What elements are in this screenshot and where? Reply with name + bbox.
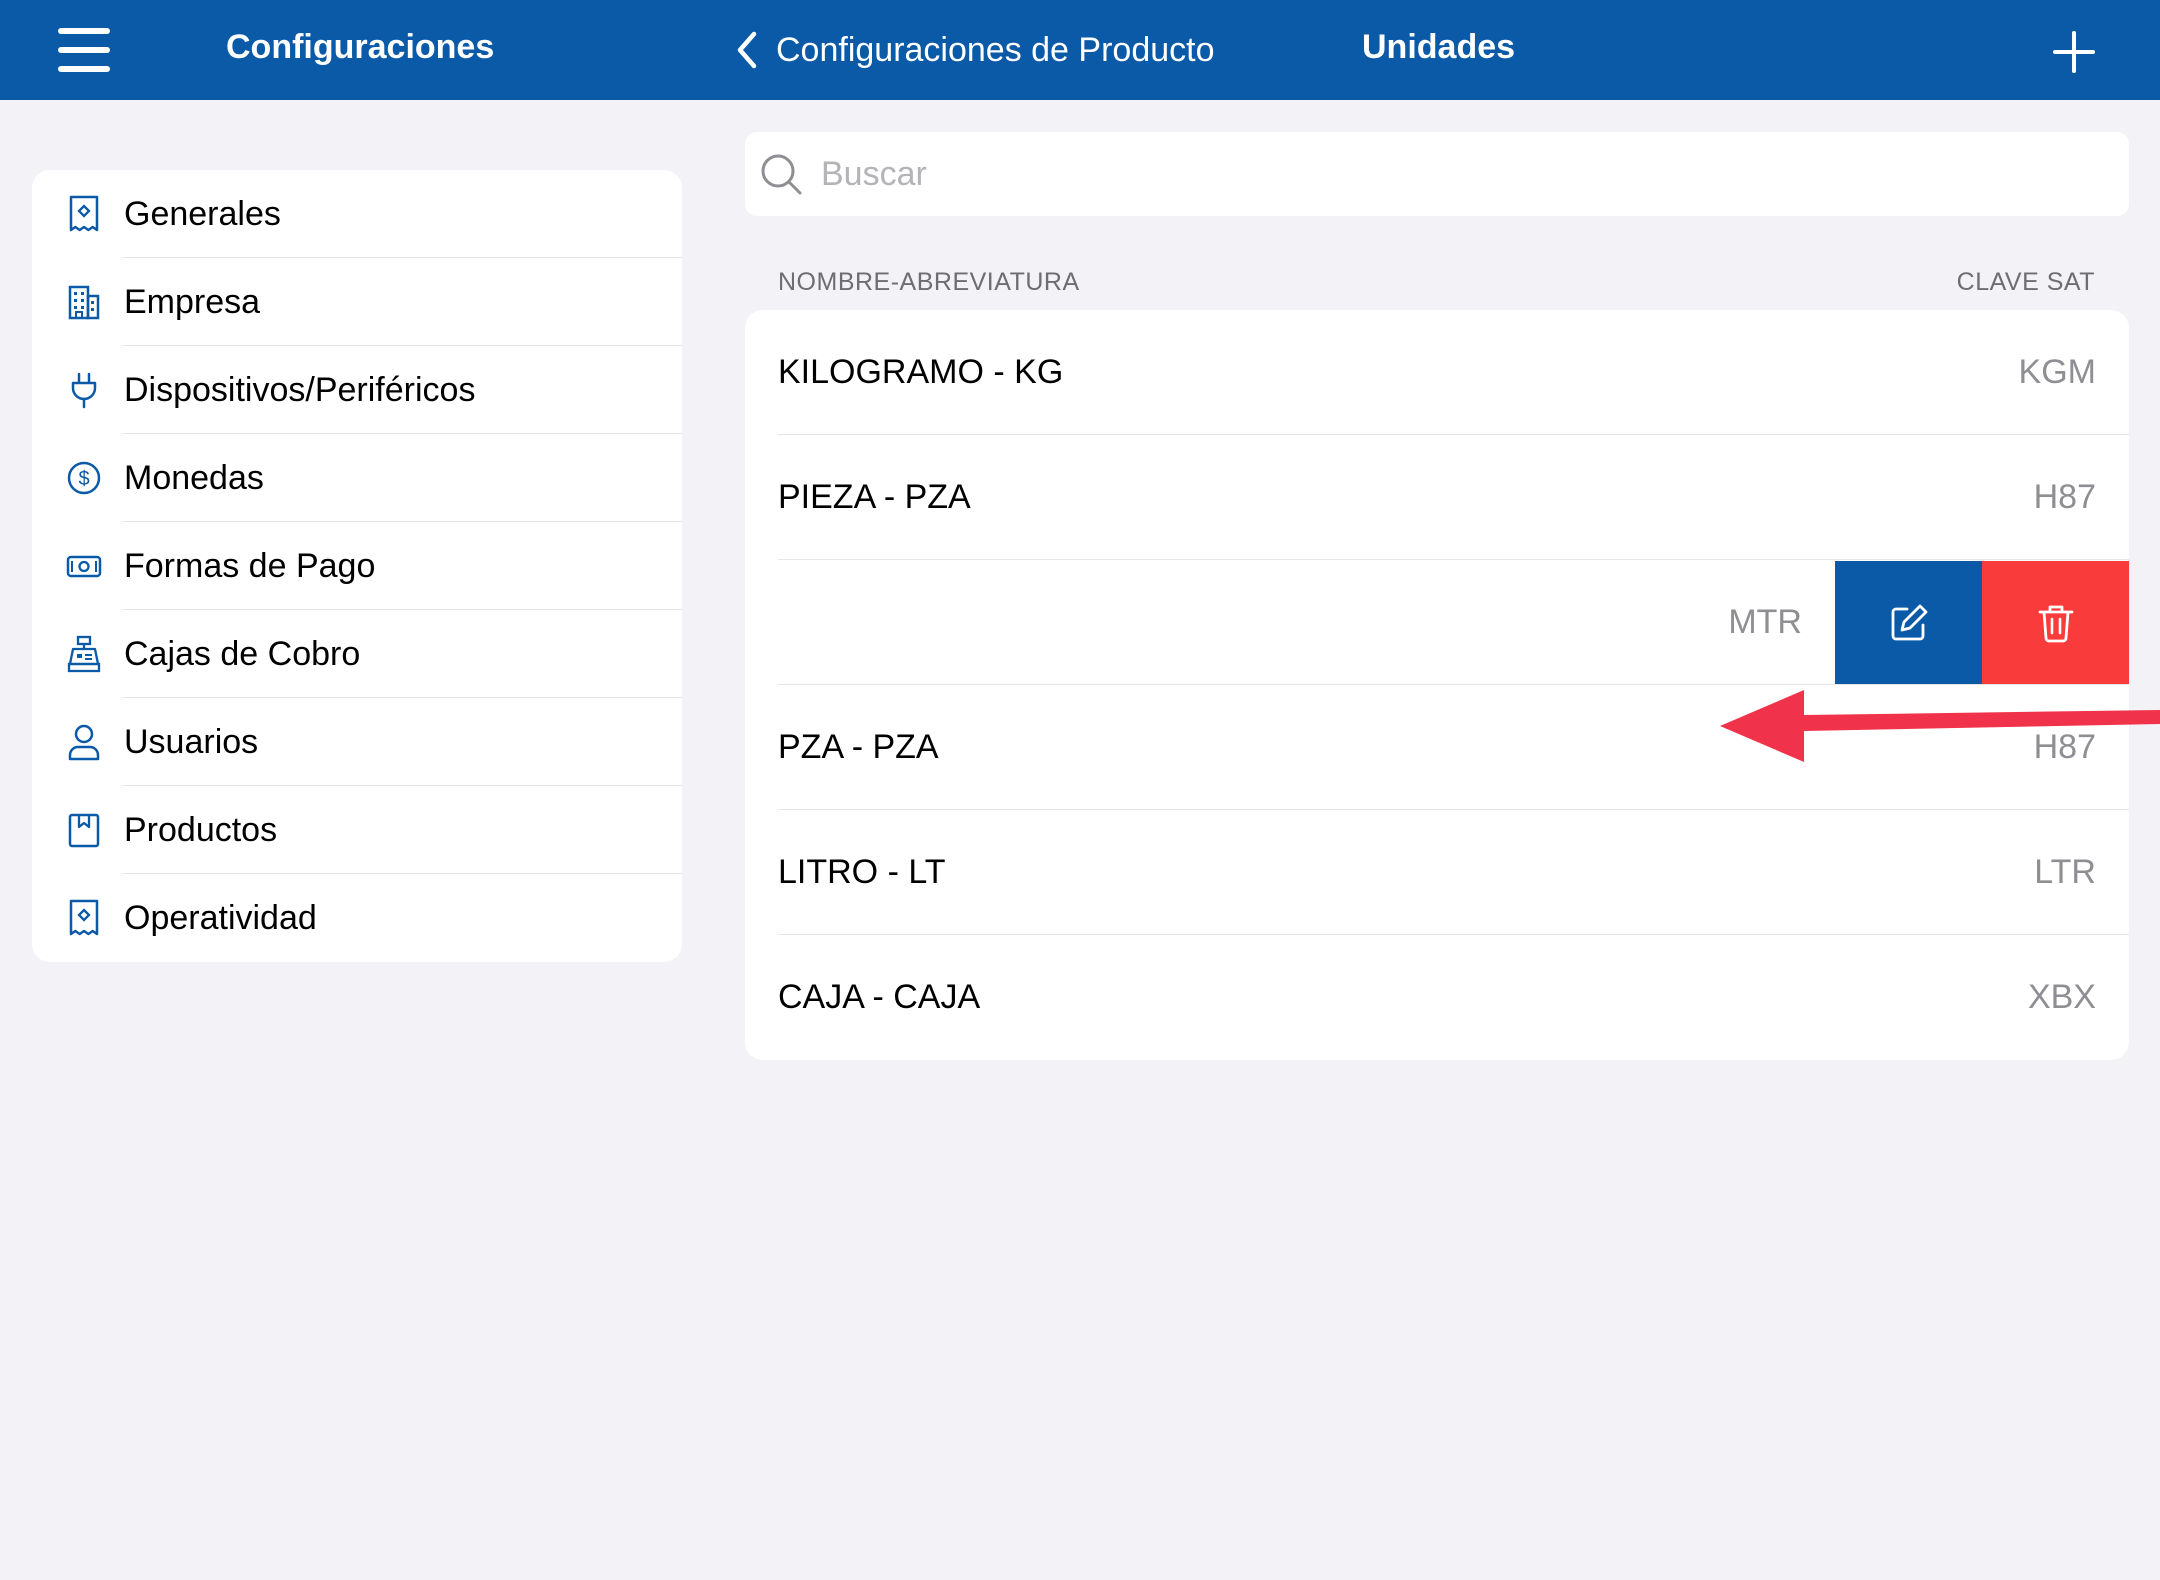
unit-sat-code: KGM [2018,353,2096,391]
unit-name: PZA - PZA [778,728,939,766]
unit-sat-code: LTR [2034,853,2096,891]
list-item[interactable]: PIEZA - PZA H87 [745,435,2129,560]
cash-register-icon [66,634,102,674]
list-item[interactable]: CAJA - CAJA XBX [745,935,2129,1060]
page-title: Unidades [1362,28,1516,66]
sidebar-item-label: Dispositivos/Periféricos [124,370,476,409]
sidebar-title: Configuraciones [226,28,495,66]
user-icon [66,722,102,762]
banknote-icon [66,546,102,586]
sidebar-item-dispositivos[interactable]: Dispositivos/Periféricos [32,346,682,434]
receipt-icon [66,194,102,234]
list-item[interactable]: KILOGRAMO - KG KGM [745,310,2129,435]
column-header-code: CLAVE SAT [1956,268,2095,296]
plus-icon [2053,31,2095,73]
back-button[interactable]: Configuraciones de Producto [732,26,1215,74]
trash-icon [2038,605,2073,642]
sidebar-item-label: Productos [124,810,278,849]
sidebar-item-label: Cajas de Cobro [124,634,361,673]
building-icon [66,282,102,322]
sidebar-item-label: Operatividad [124,898,317,937]
chevron-left-icon [737,31,757,69]
plug-icon [66,370,102,410]
sidebar-item-productos[interactable]: Productos [32,786,682,874]
search-icon [761,154,802,195]
list-item-swiped[interactable]: MTR [745,560,2129,685]
delete-button[interactable] [1982,560,2129,685]
bookmark-box-icon [66,810,102,850]
sidebar-item-empresa[interactable]: Empresa [32,258,682,346]
edit-button[interactable] [1835,560,1982,685]
sidebar-item-label: Formas de Pago [124,546,376,585]
unit-sat-code: H87 [2033,478,2096,516]
add-button[interactable] [2052,30,2096,74]
unit-name: PIEZA - PZA [778,478,971,516]
search-input[interactable] [821,154,2021,194]
back-button-label: Configuraciones de Producto [776,30,1215,69]
sidebar-item-label: Empresa [124,282,261,321]
list-item[interactable]: PZA - PZA H87 [745,685,2129,810]
dollar-circle-icon: $ [66,458,102,498]
edit-icon [1891,604,1927,640]
sidebar-item-monedas[interactable]: $ Monedas [32,434,682,522]
column-header-name: NOMBRE-ABREVIATURA [778,268,1080,296]
swiped-row-content: MTR [745,560,1835,685]
unit-sat-code: MTR [1728,603,1802,641]
sidebar-item-formas-de-pago[interactable]: Formas de Pago [32,522,682,610]
units-list: KILOGRAMO - KG KGM PIEZA - PZA H87 MTR P… [745,310,2129,1060]
sidebar-item-label: Usuarios [124,722,259,761]
unit-sat-code: XBX [2027,978,2096,1016]
search-bar [745,132,2129,216]
unit-name: KILOGRAMO - KG [778,353,1064,391]
sidebar-item-cajas-de-cobro[interactable]: Cajas de Cobro [32,610,682,698]
list-item[interactable]: LITRO - LT LTR [745,810,2129,935]
receipt-icon [66,898,102,938]
navigation-bar: Configuraciones Configuraciones de Produ… [0,0,2160,100]
sidebar-item-usuarios[interactable]: Usuarios [32,698,682,786]
svg-text:$: $ [78,468,89,490]
sidebar-item-generales[interactable]: Generales [32,170,682,258]
unit-name: CAJA - CAJA [778,978,981,1016]
hamburger-menu-icon[interactable] [58,28,110,72]
settings-sidebar: Generales Empresa Dispositivos/Periféric… [32,170,682,962]
sidebar-item-label: Monedas [124,458,264,497]
unit-sat-code: H87 [2033,728,2096,766]
sidebar-item-label: Generales [124,194,281,233]
unit-name: LITRO - LT [778,853,946,891]
sidebar-item-operatividad[interactable]: Operatividad [32,874,682,962]
